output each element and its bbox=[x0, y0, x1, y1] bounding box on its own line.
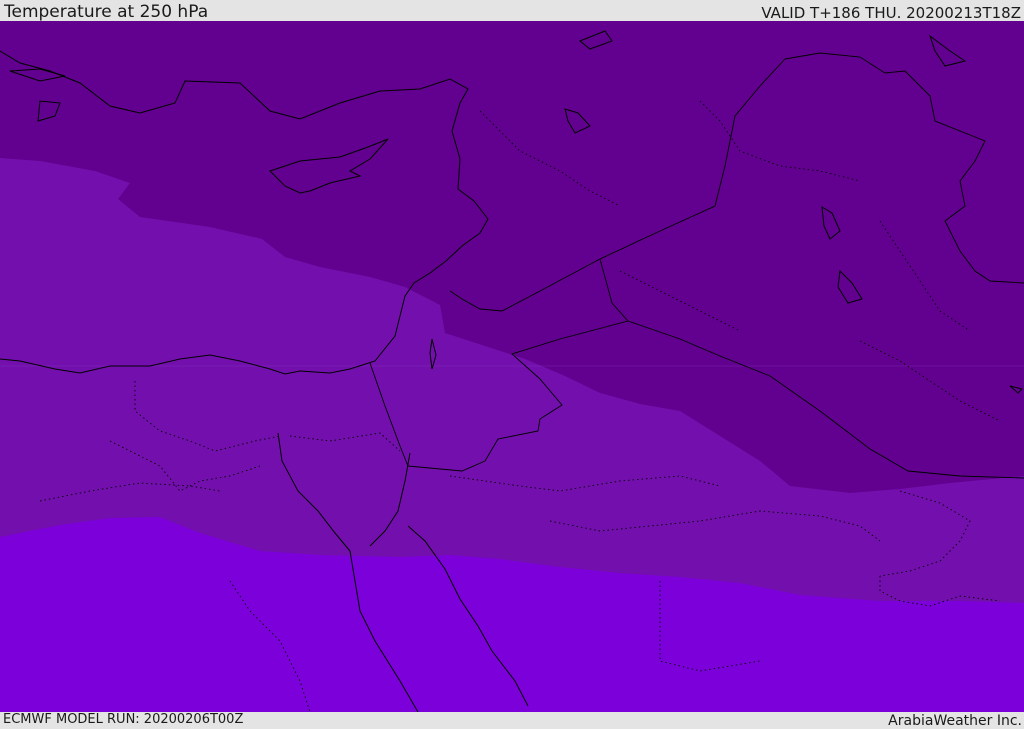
map-footer: ECMWF MODEL RUN: 20200206T00Z ArabiaWeat… bbox=[0, 712, 1024, 729]
map-canvas bbox=[0, 21, 1024, 712]
map-header: Temperature at 250 hPa VALID T+186 THU. … bbox=[0, 0, 1024, 21]
weather-map-frame: Temperature at 250 hPa VALID T+186 THU. … bbox=[0, 0, 1024, 729]
map-title: Temperature at 250 hPa bbox=[4, 2, 209, 22]
brand-label: ArabiaWeather Inc. bbox=[888, 713, 1022, 729]
model-run-label: ECMWF MODEL RUN: 20200206T00Z bbox=[3, 712, 244, 727]
temperature-map[interactable] bbox=[0, 21, 1024, 712]
valid-time-label: VALID T+186 THU. 20200213T18Z bbox=[761, 4, 1021, 22]
